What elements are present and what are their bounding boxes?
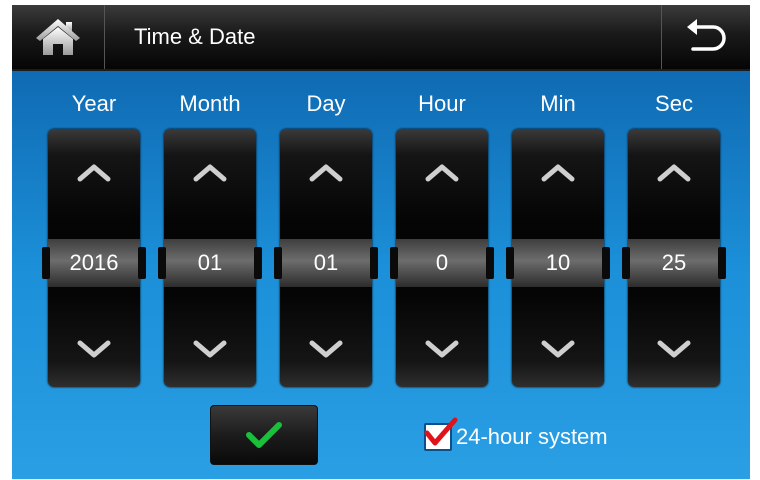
- wheel-tab: [622, 247, 630, 279]
- chevron-down-icon: [309, 340, 343, 358]
- checkmark-icon: [424, 417, 458, 446]
- min-value: 10: [545, 250, 571, 275]
- sec-decrement-button[interactable]: [628, 319, 720, 379]
- chevron-up-icon: [425, 164, 459, 182]
- year-label: Year: [71, 91, 117, 116]
- day-increment-button[interactable]: [280, 143, 372, 203]
- chevron-up-icon: [657, 164, 691, 182]
- year-value-field[interactable]: 2016: [42, 239, 146, 287]
- sec-value-field[interactable]: 25: [622, 239, 726, 287]
- back-button[interactable]: [661, 5, 750, 69]
- month-value-field[interactable]: 01: [158, 239, 262, 287]
- 24-hour-option[interactable]: 24-hour system: [424, 417, 608, 453]
- home-button[interactable]: [12, 5, 105, 69]
- wheel-tab: [158, 247, 166, 279]
- year-increment-button[interactable]: [48, 143, 140, 203]
- chevron-down-icon: [657, 340, 691, 358]
- day-label: Day: [306, 91, 346, 116]
- top-bar: Time & Date: [12, 5, 750, 71]
- month-decrement-button[interactable]: [164, 319, 256, 379]
- time-date-screen: Time & Date Year Month Day Hour Min Sec …: [12, 5, 750, 479]
- chevron-down-icon: [541, 340, 575, 358]
- checkmark-icon: [246, 422, 282, 448]
- wheel-tab: [602, 247, 610, 279]
- chevron-up-icon: [541, 164, 575, 182]
- wheel-tab: [42, 247, 50, 279]
- day-decrement-button[interactable]: [280, 319, 372, 379]
- sec-wheel: 25: [622, 129, 726, 387]
- month-label: Month: [179, 91, 241, 116]
- page-title: Time & Date: [134, 24, 256, 49]
- day-value-field[interactable]: 01: [274, 239, 378, 287]
- hour-label: Hour: [418, 91, 466, 116]
- hour-value-field[interactable]: 0: [390, 239, 494, 287]
- year-value: 2016: [69, 250, 119, 275]
- min-increment-button[interactable]: [512, 143, 604, 203]
- hour-increment-button[interactable]: [396, 143, 488, 203]
- hour-value: 0: [435, 250, 449, 275]
- chevron-down-icon: [193, 340, 227, 358]
- month-value: 01: [197, 250, 223, 275]
- chevron-down-icon: [425, 340, 459, 358]
- hour-decrement-button[interactable]: [396, 319, 488, 379]
- min-value-field[interactable]: 10: [506, 239, 610, 287]
- hour-wheel: 0: [390, 129, 494, 387]
- wheel-tab: [718, 247, 726, 279]
- min-wheel: 10: [506, 129, 610, 387]
- home-icon: [36, 19, 80, 55]
- month-increment-button[interactable]: [164, 143, 256, 203]
- wheel-tab: [486, 247, 494, 279]
- wheel-tab: [138, 247, 146, 279]
- sec-value: 25: [661, 250, 687, 275]
- confirm-button[interactable]: [210, 405, 318, 465]
- day-value: 01: [313, 250, 339, 275]
- chevron-up-icon: [309, 164, 343, 182]
- back-arrow-icon: [687, 19, 726, 51]
- chevron-up-icon: [193, 164, 227, 182]
- month-wheel: 01: [158, 129, 262, 387]
- min-label: Min: [540, 91, 576, 116]
- wheel-tab: [506, 247, 514, 279]
- wheel-tab: [254, 247, 262, 279]
- 24-hour-label: 24-hour system: [456, 424, 608, 449]
- chevron-down-icon: [77, 340, 111, 358]
- wheel-tab: [370, 247, 378, 279]
- wheel-tab: [390, 247, 398, 279]
- year-wheel: 2016: [42, 129, 146, 387]
- min-decrement-button[interactable]: [512, 319, 604, 379]
- year-decrement-button[interactable]: [48, 319, 140, 379]
- sec-label: Sec: [655, 91, 693, 116]
- chevron-up-icon: [77, 164, 111, 182]
- day-wheel: 01: [274, 129, 378, 387]
- 24-hour-checkbox[interactable]: [424, 417, 458, 451]
- wheel-tab: [274, 247, 282, 279]
- sec-increment-button[interactable]: [628, 143, 720, 203]
